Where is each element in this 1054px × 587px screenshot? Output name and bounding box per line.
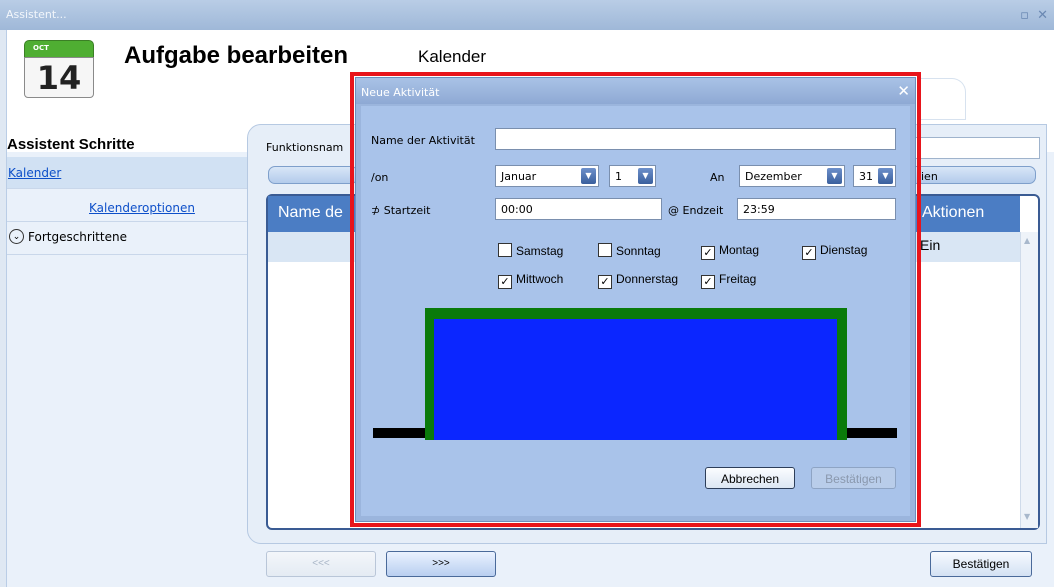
page-subtitle: Kalender bbox=[418, 47, 487, 66]
sidebar-item-kalender[interactable]: Kalender bbox=[7, 157, 248, 189]
checkbox-label: Samstag bbox=[516, 244, 564, 258]
checkbox-label: Donnerstag bbox=[616, 272, 679, 286]
checkmark-icon[interactable]: ✓ bbox=[498, 275, 512, 289]
close-icon[interactable]: ✕ bbox=[897, 82, 910, 100]
from-day-value: 1 bbox=[615, 170, 622, 183]
checkbox-montag[interactable]: ✓ Montag bbox=[701, 243, 759, 260]
graph-baseline-left bbox=[373, 428, 425, 438]
checkbox-freitag[interactable]: ✓ Freitag bbox=[701, 272, 756, 289]
window-titlebar: Assistent... ▫ ✕ bbox=[0, 0, 1054, 30]
confirm-button[interactable]: Bestätigen bbox=[930, 551, 1032, 577]
next-button[interactable]: >>> bbox=[386, 551, 496, 577]
from-month-select[interactable]: Januar ▼ bbox=[495, 165, 599, 187]
end-time-input[interactable]: 23:59 bbox=[737, 198, 896, 220]
to-day-value: 31 bbox=[859, 170, 873, 183]
from-month-value: Januar bbox=[501, 170, 537, 183]
checkbox-mittwoch[interactable]: ✓ Mittwoch bbox=[498, 272, 563, 289]
sidebar-item-label[interactable]: Kalender bbox=[8, 166, 61, 180]
toolbar-button-left[interactable] bbox=[268, 166, 358, 184]
start-time-input[interactable]: 00:00 bbox=[495, 198, 662, 220]
checkmark-icon[interactable]: ✓ bbox=[701, 275, 715, 289]
window-controls[interactable]: ▫ ✕ bbox=[1020, 8, 1050, 23]
checkbox-dienstag[interactable]: ✓ Dienstag bbox=[802, 243, 867, 260]
checkbox-samstag[interactable]: Samstag bbox=[498, 243, 563, 258]
checkbox-sonntag[interactable]: Sonntag bbox=[598, 243, 661, 258]
scroll-up-icon[interactable]: ▲ bbox=[1024, 236, 1030, 245]
to-label: An bbox=[710, 171, 725, 184]
schedule-graph bbox=[373, 308, 897, 440]
dropdown-arrow-icon[interactable]: ▼ bbox=[878, 168, 893, 184]
dialog-confirm-button[interactable]: Bestätigen bbox=[811, 467, 896, 489]
checkmark-icon[interactable]: ✓ bbox=[701, 246, 715, 260]
checkbox-donnerstag[interactable]: ✓ Donnerstag bbox=[598, 272, 678, 289]
window-title: Assistent... bbox=[6, 8, 67, 21]
sidebar-item-kalenderoptionen[interactable]: Kalenderoptionen bbox=[7, 190, 248, 222]
dropdown-arrow-icon[interactable]: ▼ bbox=[581, 168, 596, 184]
checkmark-icon[interactable]: ✓ bbox=[802, 246, 816, 260]
column-header-actions[interactable]: Aktionen bbox=[912, 196, 1020, 232]
from-label: /on bbox=[371, 171, 389, 184]
end-time-label: @ Endzeit bbox=[668, 204, 724, 217]
sidebar-item-fortgeschrittene[interactable]: ⌄ Fortgeschrittene bbox=[7, 223, 248, 255]
column-header-name[interactable]: Name de bbox=[268, 196, 358, 232]
checkmark-icon[interactable]: ✓ bbox=[598, 275, 612, 289]
sidebar-item-label[interactable]: Kalenderoptionen bbox=[89, 201, 195, 215]
checkbox-label: Mittwoch bbox=[516, 272, 564, 286]
scroll-down-icon[interactable]: ▼ bbox=[1024, 512, 1030, 521]
graph-baseline-right bbox=[847, 428, 897, 438]
header-panel-edge bbox=[920, 78, 966, 120]
graph-active-fill bbox=[434, 319, 837, 440]
activity-name-input[interactable] bbox=[495, 128, 896, 150]
page-title: Aufgabe bearbeiten bbox=[124, 42, 349, 69]
to-month-value: Dezember bbox=[745, 170, 802, 183]
dropdown-arrow-icon[interactable]: ▼ bbox=[827, 168, 842, 184]
checkbox-label: Dienstag bbox=[820, 243, 868, 257]
dialog-title: Neue Aktivität bbox=[361, 86, 440, 99]
function-name-label: Funktionsnam bbox=[266, 141, 344, 154]
cancel-button[interactable]: Abbrechen bbox=[705, 467, 795, 489]
table-scrollbar[interactable] bbox=[1020, 232, 1038, 528]
activity-name-label: Name der Aktivität bbox=[371, 134, 475, 147]
checkbox-label: Freitag bbox=[719, 272, 757, 286]
steps-title: Assistent Schritte bbox=[7, 136, 135, 153]
prev-button[interactable]: <<< bbox=[266, 551, 376, 577]
checkbox-label: Montag bbox=[719, 243, 760, 257]
dropdown-arrow-icon[interactable]: ▼ bbox=[638, 168, 653, 184]
checkbox-label: Sonntag bbox=[616, 244, 661, 258]
checkbox-box[interactable] bbox=[498, 243, 512, 257]
from-day-select[interactable]: 1 ▼ bbox=[609, 165, 656, 187]
calendar-icon-day: 14 bbox=[24, 57, 94, 98]
sidebar-item-label: Fortgeschrittene bbox=[28, 230, 127, 244]
calendar-icon-month: OCT bbox=[33, 44, 49, 52]
checkbox-box[interactable] bbox=[598, 243, 612, 257]
start-time-label: ⊅ Startzeit bbox=[371, 204, 431, 217]
to-month-select[interactable]: Dezember ▼ bbox=[739, 165, 845, 187]
calendar-icon: OCT 14 bbox=[24, 40, 94, 98]
table-row[interactable] bbox=[268, 232, 358, 262]
to-day-select[interactable]: 31 ▼ bbox=[853, 165, 896, 187]
toolbar-button-right[interactable]: ien bbox=[906, 166, 1036, 184]
dialog-titlebar: Neue Aktivität ✕ bbox=[356, 78, 915, 104]
table-row-action[interactable]: Ein bbox=[912, 232, 1020, 262]
chevron-down-icon[interactable]: ⌄ bbox=[9, 229, 24, 244]
